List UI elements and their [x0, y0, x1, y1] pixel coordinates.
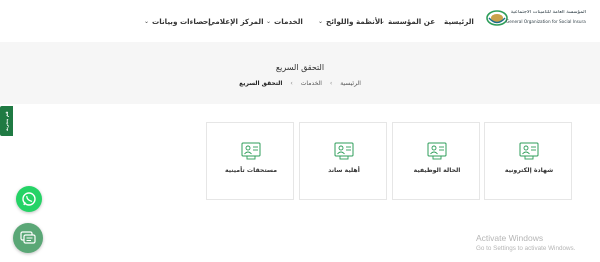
nav-regulations[interactable]: ⌄ الأنظمة واللوائح — [318, 14, 383, 28]
whatsapp-button[interactable] — [16, 186, 42, 212]
nav-statistics[interactable]: ⌄ إحصاءات وبيانات — [144, 14, 211, 28]
certificate-icon — [519, 142, 539, 160]
nav-services[interactable]: ⌄ الخدمات — [266, 14, 303, 28]
card-label: مستحقات تأمينية — [224, 167, 278, 174]
breadcrumb: الرئيسية › الخدمات › التحقق السريع — [0, 80, 600, 87]
card-label: أهلية ساند — [328, 167, 360, 174]
nav-statistics-label: إحصاءات وبيانات — [152, 16, 211, 26]
windows-activation-title: Activate Windows — [476, 233, 544, 243]
chevron-down-icon: ⌄ — [266, 17, 272, 25]
chevron-down-icon: ⌄ — [144, 17, 150, 25]
nav-regulations-label: الأنظمة واللوائح — [326, 16, 383, 26]
whatsapp-icon — [22, 192, 36, 206]
nav-about[interactable]: ⌄ عن المؤسسة — [380, 14, 435, 28]
card-label: شهادة إلكترونية — [504, 167, 554, 174]
windows-activation-subtitle: Go to Settings to activate Windows. — [476, 245, 576, 252]
gosi-logo[interactable]: المؤسسة العامة للتأمينات الاجتماعية Gene… — [486, 5, 586, 39]
nav-home-label: الرئيسية — [444, 16, 474, 26]
breadcrumb-services[interactable]: الخدمات — [301, 80, 322, 87]
nav-home[interactable]: الرئيسية — [444, 14, 474, 28]
employee-status-icon — [427, 142, 447, 160]
page-title: التحقق السريع — [275, 63, 325, 72]
nav-services-label: الخدمات — [274, 16, 303, 26]
chevron-down-icon: ⌄ — [318, 17, 324, 25]
card-insurance-dues[interactable]: مستحقات تأمينية — [206, 122, 294, 200]
card-saned-eligibility[interactable]: أهلية ساند — [299, 122, 387, 200]
page-title-band — [0, 42, 600, 104]
chat-icon — [20, 231, 36, 244]
card-label: الحالة الوظيفية — [413, 167, 461, 174]
breadcrumb-separator: › — [329, 80, 333, 87]
card-electronic-certificate[interactable]: شهادة إلكترونية — [484, 122, 572, 200]
gosi-logo-icon — [486, 10, 508, 26]
card-employment-status[interactable]: الحالة الوظيفية — [392, 122, 480, 200]
site-header: المؤسسة العامة للتأمينات الاجتماعية Gene… — [0, 0, 600, 42]
logo-name-english: General Organization for Social Insuranc… — [506, 19, 586, 24]
breadcrumb-current: التحقق السريع — [239, 80, 283, 87]
insurance-dues-icon — [241, 142, 261, 160]
nav-media-center-label: المركز الإعلامي — [208, 16, 264, 26]
breadcrumb-separator: › — [290, 80, 293, 87]
side-feedback-tab[interactable]: قم بتجربة — [0, 106, 13, 136]
logo-name-arabic: المؤسسة العامة للتأمينات الاجتماعية — [510, 10, 586, 15]
nav-about-label: عن المؤسسة — [388, 16, 436, 26]
breadcrumb-home[interactable]: الرئيسية — [340, 80, 361, 87]
chat-button[interactable] — [13, 223, 43, 253]
saned-eligibility-icon — [334, 142, 354, 160]
